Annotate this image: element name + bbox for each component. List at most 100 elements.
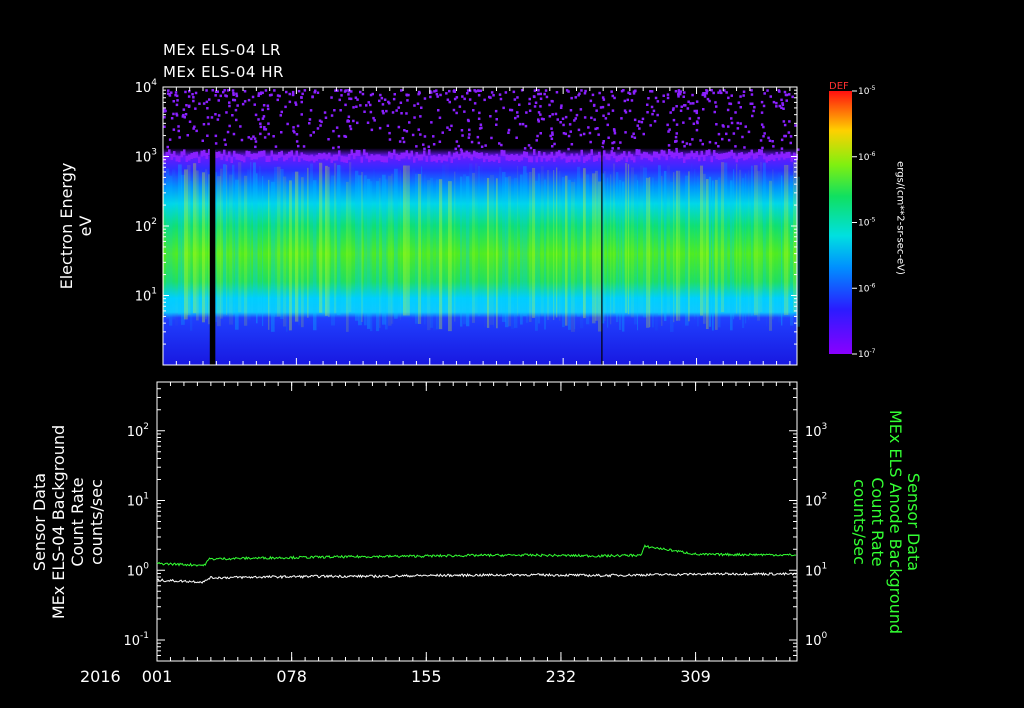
spectrogram-dot bbox=[458, 105, 462, 108]
spectrogram-dot bbox=[223, 89, 226, 92]
spectrogram-dot bbox=[172, 100, 175, 103]
spectrogram-stripe bbox=[307, 167, 309, 318]
spectrogram-stripe bbox=[712, 180, 714, 331]
spectrogram-dot bbox=[540, 155, 543, 162]
spectrogram-dot bbox=[691, 138, 694, 141]
spectrogram-dot bbox=[305, 154, 308, 161]
spectrogram-stripe bbox=[658, 165, 661, 316]
spectrogram-dot bbox=[692, 102, 695, 105]
spectrogram-dot bbox=[580, 149, 583, 156]
spectrogram-dot bbox=[713, 150, 716, 157]
spectrogram-dot bbox=[405, 150, 408, 157]
spectrogram-dot bbox=[239, 125, 242, 128]
spectrogram-stripe bbox=[541, 166, 544, 317]
spectrogram-dot bbox=[728, 151, 731, 158]
spectrogram-dot bbox=[403, 129, 406, 132]
spectrogram-dot bbox=[672, 107, 675, 110]
spectrogram-dot bbox=[654, 96, 658, 100]
spectrogram-stripe bbox=[463, 174, 467, 325]
colorbar-tick-label: 10-6 bbox=[858, 282, 876, 294]
spectrogram-stripe bbox=[700, 165, 704, 316]
spectrogram-dot bbox=[260, 150, 263, 157]
spectrogram-stripe bbox=[595, 170, 598, 321]
spectrogram-dot bbox=[468, 128, 471, 132]
spectrogram-dot bbox=[298, 155, 301, 162]
spectrogram-dot bbox=[257, 92, 261, 95]
spectrogram-dot bbox=[641, 117, 645, 121]
spectrogram-dot bbox=[205, 89, 208, 92]
spectrogram-dot bbox=[216, 90, 219, 93]
spectrogram-dot bbox=[633, 136, 637, 139]
spectrogram-dot bbox=[370, 128, 374, 132]
spectrogram-dot bbox=[288, 92, 291, 96]
spectrogram-dot bbox=[333, 154, 336, 161]
spectrogram-dot bbox=[380, 156, 383, 163]
spectrogram-stripe bbox=[661, 175, 663, 326]
spectrogram-dot bbox=[743, 146, 746, 149]
spectrogram-dot bbox=[647, 97, 650, 100]
spectrogram-stripe bbox=[652, 177, 654, 328]
spectrogram-dot bbox=[352, 119, 355, 123]
spectrogram-dot bbox=[720, 153, 723, 160]
spectrogram-dot bbox=[589, 99, 593, 103]
spectrogram-stripe bbox=[196, 170, 199, 321]
spectrogram-stripe bbox=[535, 180, 538, 331]
spectrogram-dot bbox=[400, 89, 403, 92]
spectrogram-stripe bbox=[496, 178, 498, 329]
spectrogram-stripe bbox=[301, 177, 304, 328]
spectrogram-stripe bbox=[355, 170, 359, 321]
spectrogram-stripe bbox=[694, 169, 696, 320]
spectrogram-dot bbox=[258, 151, 261, 158]
spectrogram-dot bbox=[327, 138, 330, 141]
spectrogram-stripe bbox=[466, 176, 470, 327]
spectrogram-dot bbox=[559, 121, 562, 124]
spectrogram-dot bbox=[386, 124, 390, 127]
spectrogram-dot bbox=[730, 149, 733, 156]
spectrogram-dot bbox=[518, 103, 521, 106]
spectrogram-stripe bbox=[610, 174, 612, 325]
spectrogram-dot bbox=[650, 105, 654, 109]
spectrogram-dot bbox=[545, 95, 549, 99]
spectrogram-dot bbox=[388, 151, 391, 158]
spectrogram-dot bbox=[419, 133, 422, 136]
spectrogram-stripe bbox=[607, 177, 609, 328]
spectrogram-dot bbox=[383, 98, 387, 101]
spectrogram-dot bbox=[480, 126, 483, 130]
spectrogram-dot bbox=[272, 135, 275, 138]
spectrogram-dot bbox=[346, 120, 349, 123]
spectrogram-stripe bbox=[736, 163, 738, 314]
spectrogram-dot bbox=[466, 92, 469, 95]
spectrogram-dot bbox=[253, 153, 256, 160]
spectrogram-stripe bbox=[190, 180, 193, 331]
spectrogram-dot bbox=[692, 122, 696, 125]
spectrogram-dot bbox=[507, 128, 511, 132]
spectrogram-dot bbox=[278, 152, 281, 159]
spectrogram-dot bbox=[433, 90, 436, 93]
colorbar-tick-label: 10-7 bbox=[858, 348, 876, 360]
spectrogram-dot bbox=[324, 116, 328, 119]
spectrogram-dot bbox=[253, 103, 256, 106]
spectrogram-dot bbox=[492, 94, 495, 97]
spectrogram-dot bbox=[436, 95, 439, 98]
spectrogram-dot bbox=[267, 122, 270, 125]
spectrogram-dot bbox=[533, 105, 537, 108]
spectrogram-dot bbox=[350, 149, 353, 156]
spectrogram-dot bbox=[490, 136, 493, 140]
spectrogram-stripe bbox=[418, 173, 422, 324]
spectrogram-dot bbox=[423, 150, 426, 157]
spectrogram-dot bbox=[455, 140, 459, 143]
spectrogram-dot bbox=[240, 155, 243, 162]
spectrogram-dot bbox=[235, 118, 238, 122]
spectrogram-dot bbox=[780, 98, 783, 102]
spectrogram-dot bbox=[703, 95, 707, 98]
spectrogram-stripe bbox=[232, 164, 235, 315]
spectrogram-dot bbox=[533, 89, 537, 92]
spectrogram-dot bbox=[783, 90, 787, 94]
spectrogram-dot bbox=[732, 132, 736, 135]
spectrogram-dot bbox=[383, 156, 386, 163]
spectrogram-dot bbox=[163, 125, 166, 128]
spectrogram-dot bbox=[454, 147, 457, 151]
spectrogram-dot bbox=[534, 101, 538, 104]
spectrogram-dot bbox=[575, 113, 579, 117]
spectrogram-stripe bbox=[730, 180, 733, 331]
